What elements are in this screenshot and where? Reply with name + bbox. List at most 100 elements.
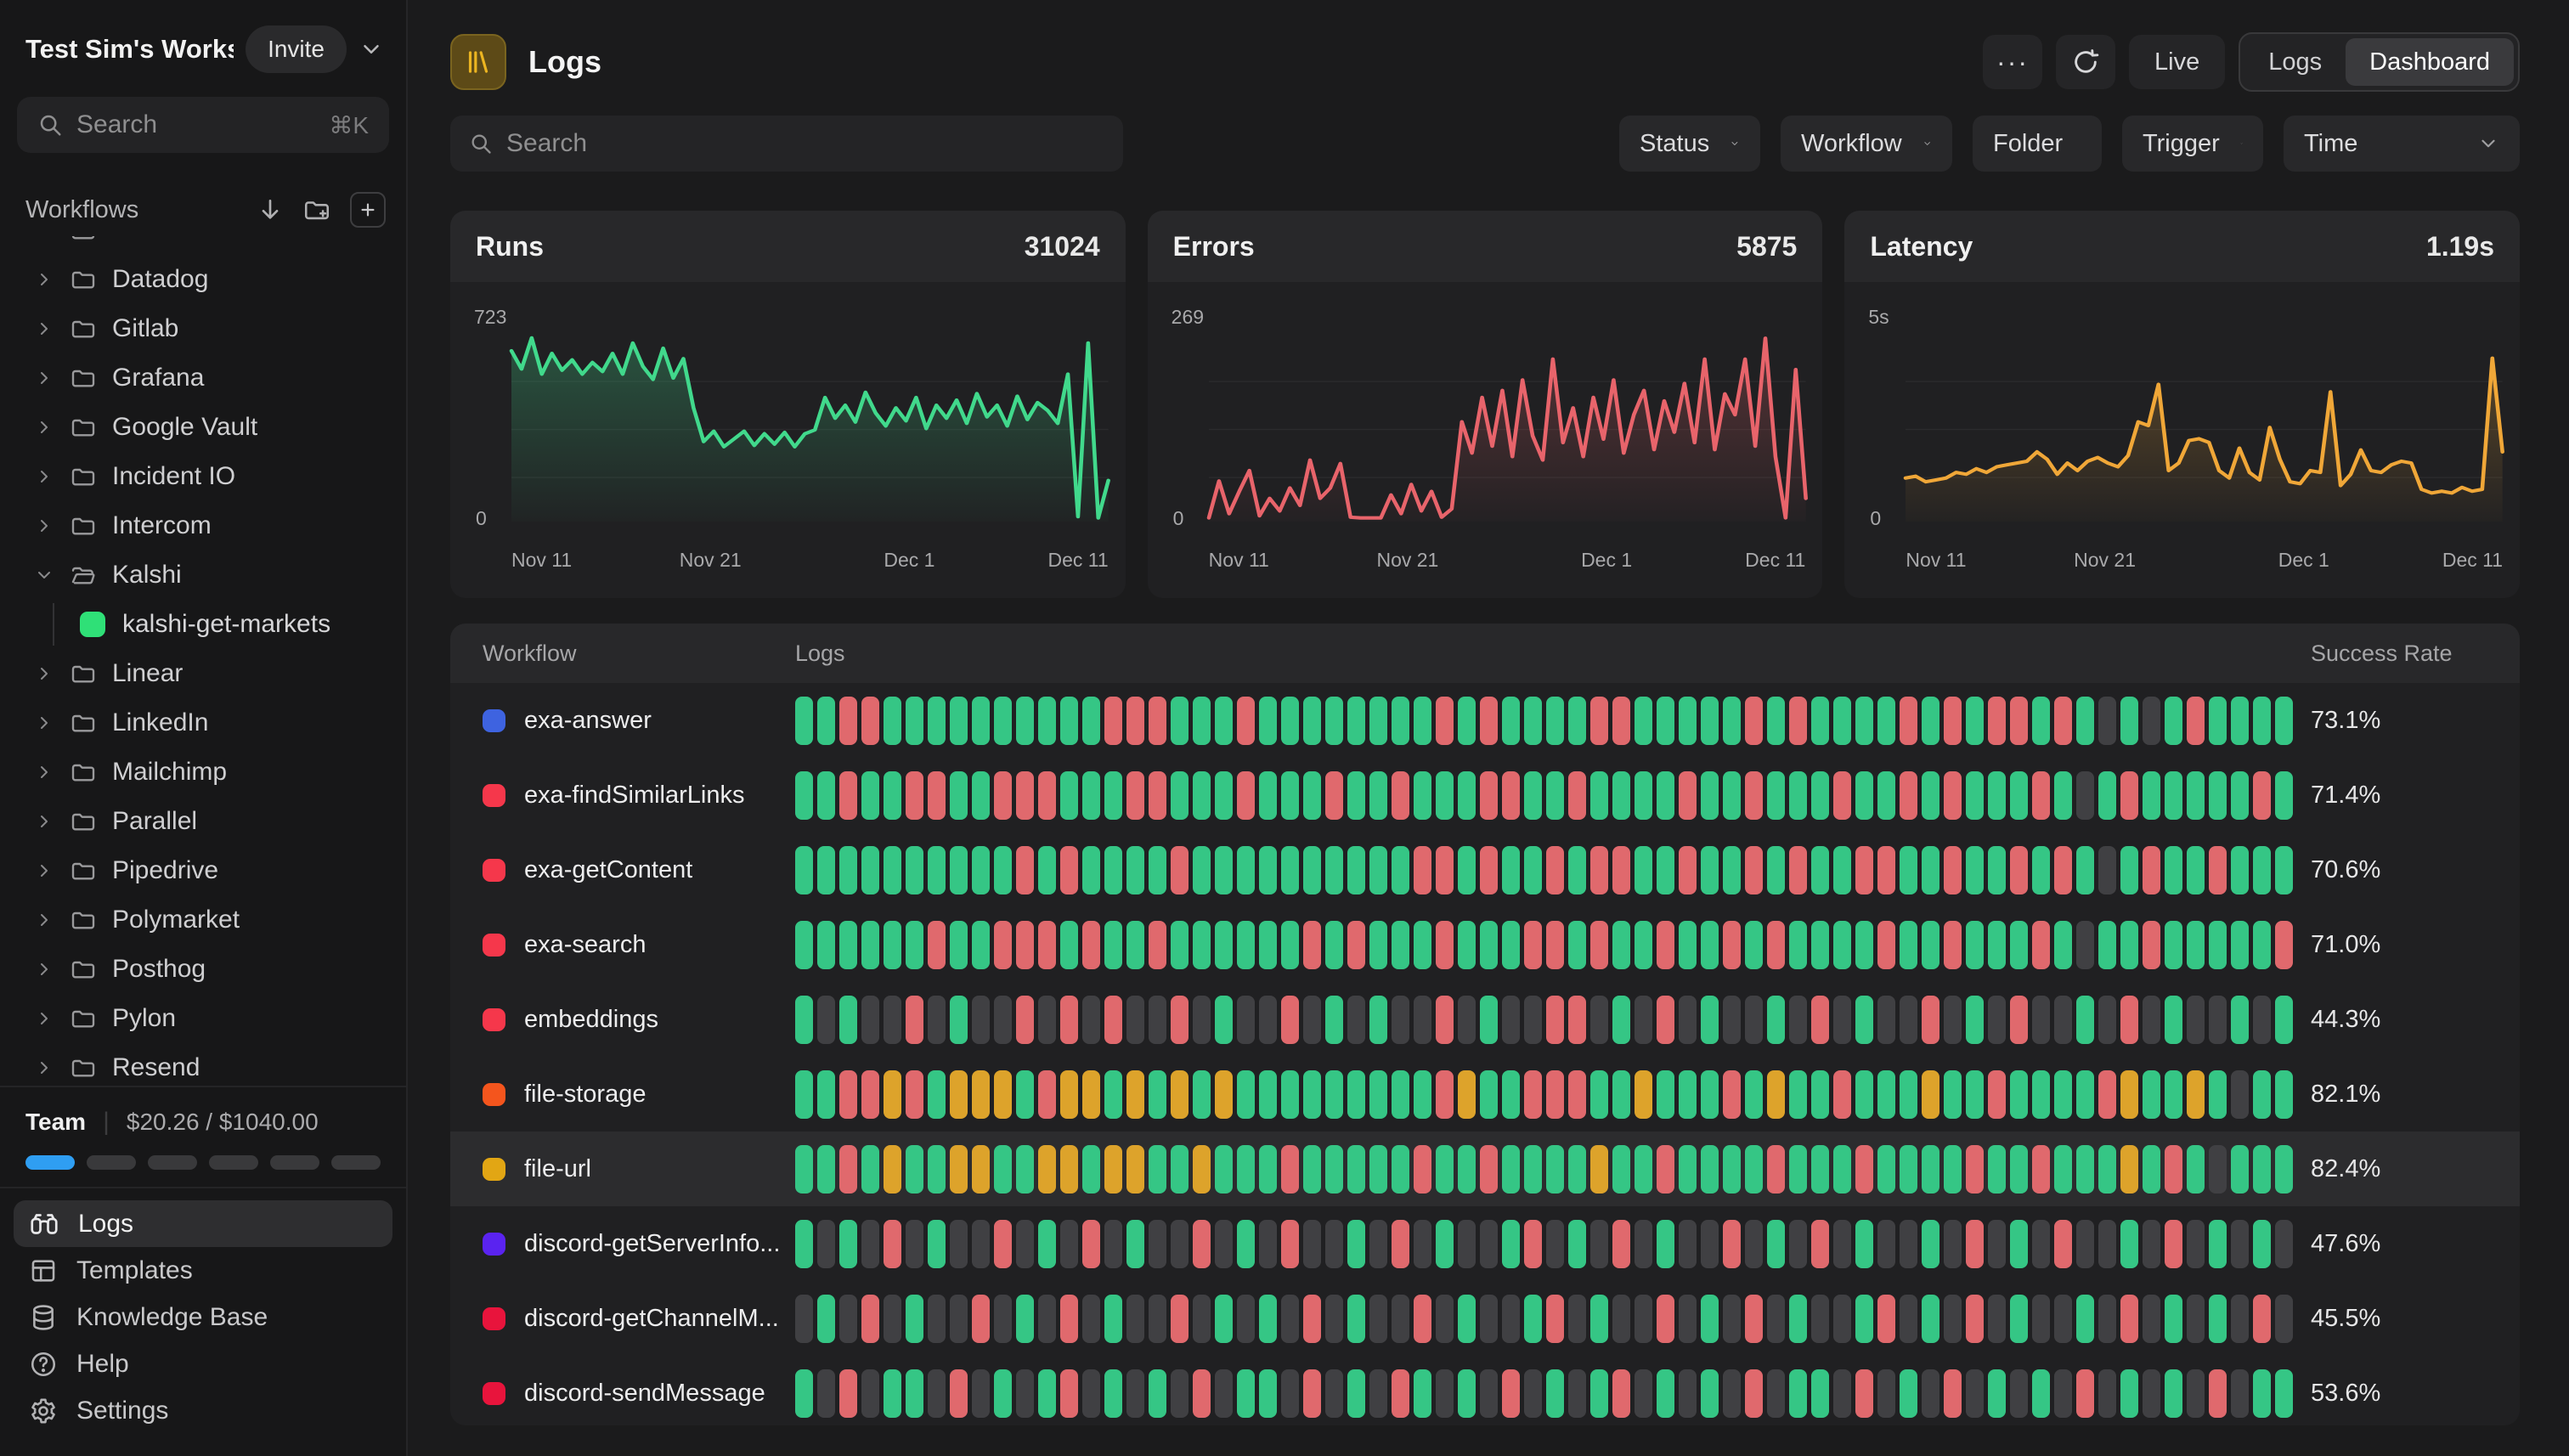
filter-trigger[interactable]: Trigger (2122, 116, 2263, 172)
table-row-exa-getcontent[interactable]: exa-getContent70.6% (450, 832, 2520, 907)
sidebar-folder-datadog[interactable]: Datadog (0, 255, 406, 304)
log-bar-success (2165, 697, 2182, 745)
sidebar-folder-gitlab[interactable]: Gitlab (0, 304, 406, 353)
log-bar-success (1900, 1145, 1917, 1194)
table-row-discord-getchannelm[interactable]: discord-getChannelM...45.5% (450, 1281, 2520, 1356)
log-bar-no-data (928, 996, 946, 1044)
workflow-color-dot (483, 1083, 505, 1106)
refresh-button[interactable] (2056, 35, 2115, 89)
sidebar-folder-grafana[interactable]: Grafana (0, 353, 406, 403)
log-bar-success (906, 697, 923, 745)
log-bar-success (1701, 996, 1719, 1044)
log-bar-success (1038, 697, 1056, 745)
log-bar-success (1281, 771, 1299, 820)
log-bar-success (1789, 771, 1807, 820)
log-bar-success (1612, 996, 1630, 1044)
filter-status[interactable]: Status (1619, 116, 1760, 172)
sidebar-folder-linear[interactable]: Linear (0, 649, 406, 698)
tree-guide (53, 603, 54, 646)
log-bar-success (1568, 697, 1586, 745)
filter-time[interactable]: Time (2284, 116, 2520, 172)
log-bar-error (861, 1070, 879, 1119)
sidebar-folder-kalshi[interactable]: Kalshi (0, 550, 406, 600)
log-bar-error (1612, 697, 1630, 745)
chevron-right-icon (34, 1008, 54, 1029)
sidebar-item-logs[interactable]: Logs (14, 1200, 392, 1247)
log-bar-success (1303, 771, 1321, 820)
table-row-discord-getserverinfo[interactable]: discord-getServerInfo...47.6% (450, 1206, 2520, 1281)
log-bar-success (1900, 846, 1917, 894)
sidebar-item-templates[interactable]: Templates (14, 1247, 392, 1294)
sidebar-folder-mailchimp[interactable]: Mailchimp (0, 748, 406, 797)
invite-button[interactable]: Invite (246, 25, 347, 73)
table-row-discord-sendmessage[interactable]: discord-sendMessage53.6% (450, 1356, 2520, 1425)
toggle-option-logs[interactable]: Logs (2244, 38, 2346, 86)
table-row-file-url[interactable]: file-url82.4% (450, 1132, 2520, 1206)
sidebar-folder-google-vault[interactable]: Google Vault (0, 403, 406, 452)
folder-label: LinkedIn (112, 708, 208, 737)
sidebar-search-placeholder: Search (76, 110, 315, 139)
log-bar-success (1082, 697, 1100, 745)
sidebar-folder-parallel[interactable]: Parallel (0, 797, 406, 846)
toggle-option-dashboard[interactable]: Dashboard (2346, 38, 2514, 86)
log-bar-no-data (2098, 1220, 2116, 1268)
sidebar-folder-intercom[interactable]: Intercom (0, 501, 406, 550)
log-bar-success (1171, 921, 1189, 969)
table-row-exa-search[interactable]: exa-search71.0% (450, 907, 2520, 982)
stat-card-errors: Errors58752690Nov 11Nov 21Dec 1Dec 11 (1148, 211, 1823, 598)
log-bar-success (1745, 921, 1763, 969)
log-bar-success (950, 921, 968, 969)
log-bar-no-data (2187, 1220, 2205, 1268)
sidebar-search-input[interactable]: Search ⌘K (17, 97, 389, 153)
log-bar-no-data (1944, 1295, 1962, 1343)
logs-search[interactable] (450, 116, 1123, 172)
log-bar-error (1966, 1220, 1984, 1268)
log-bar-success (795, 697, 813, 745)
log-bar-warning (950, 1145, 968, 1194)
log-bar-success (1679, 697, 1697, 745)
log-bar-success (1281, 921, 1299, 969)
filter-label: Status (1640, 130, 1709, 158)
log-bar-error (1767, 1145, 1785, 1194)
table-row-file-storage[interactable]: file-storage82.1% (450, 1057, 2520, 1132)
add-workflow-button[interactable] (350, 192, 386, 228)
log-bar-success (861, 771, 879, 820)
log-bar-error (950, 1369, 968, 1418)
table-row-exa-findsimilarlinks[interactable]: exa-findSimilarLinks71.4% (450, 758, 2520, 832)
sidebar-folder-linkedin[interactable]: LinkedIn (0, 698, 406, 748)
filter-workflow[interactable]: Workflow (1781, 116, 1952, 172)
log-bar-success (1347, 1369, 1365, 1418)
live-button[interactable]: Live (2129, 35, 2225, 89)
log-bar-error (1060, 846, 1078, 894)
workflow-name: exa-answer (524, 707, 652, 735)
log-bar-error (1590, 846, 1608, 894)
sort-descending-icon[interactable] (257, 196, 284, 223)
log-bar-success (1369, 697, 1387, 745)
sidebar-folder-polymarket[interactable]: Polymarket (0, 895, 406, 945)
sidebar-folder-pipedrive[interactable]: Pipedrive (0, 846, 406, 895)
sidebar-folder-posthog[interactable]: Posthog (0, 945, 406, 994)
log-bar-error (1944, 846, 1962, 894)
log-bar-error (1745, 1369, 1763, 1418)
table-row-exa-answer[interactable]: exa-answer73.1% (450, 683, 2520, 758)
more-options-button[interactable]: ··· (1983, 35, 2042, 89)
log-bars-strip (795, 771, 2311, 820)
log-bar-no-data (1944, 1220, 1962, 1268)
sidebar-item-settings[interactable]: Settings (14, 1387, 392, 1434)
table-row-embeddings[interactable]: embeddings44.3% (450, 982, 2520, 1057)
sidebar-folder-clipped[interactable] (0, 236, 406, 255)
chevron-down-icon[interactable] (359, 37, 384, 62)
filter-folder[interactable]: Folder (1973, 116, 2102, 172)
new-folder-icon[interactable] (302, 195, 331, 224)
workflows-header: Workflows (25, 192, 386, 228)
sidebar-folder-resend[interactable]: Resend (0, 1043, 406, 1086)
log-bar-no-data (1789, 1220, 1807, 1268)
sidebar-item-help[interactable]: Help (14, 1340, 392, 1387)
search-input[interactable] (506, 129, 1104, 158)
sidebar-folder-pylon[interactable]: Pylon (0, 994, 406, 1043)
log-bar-success (2165, 996, 2182, 1044)
sidebar-item-knowledge-base[interactable]: Knowledge Base (14, 1294, 392, 1340)
sidebar-workflow-kalshi-get-markets[interactable]: kalshi-get-markets (0, 600, 406, 649)
sidebar-folder-incident-io[interactable]: Incident IO (0, 452, 406, 501)
log-bar-no-data (1016, 1220, 1034, 1268)
